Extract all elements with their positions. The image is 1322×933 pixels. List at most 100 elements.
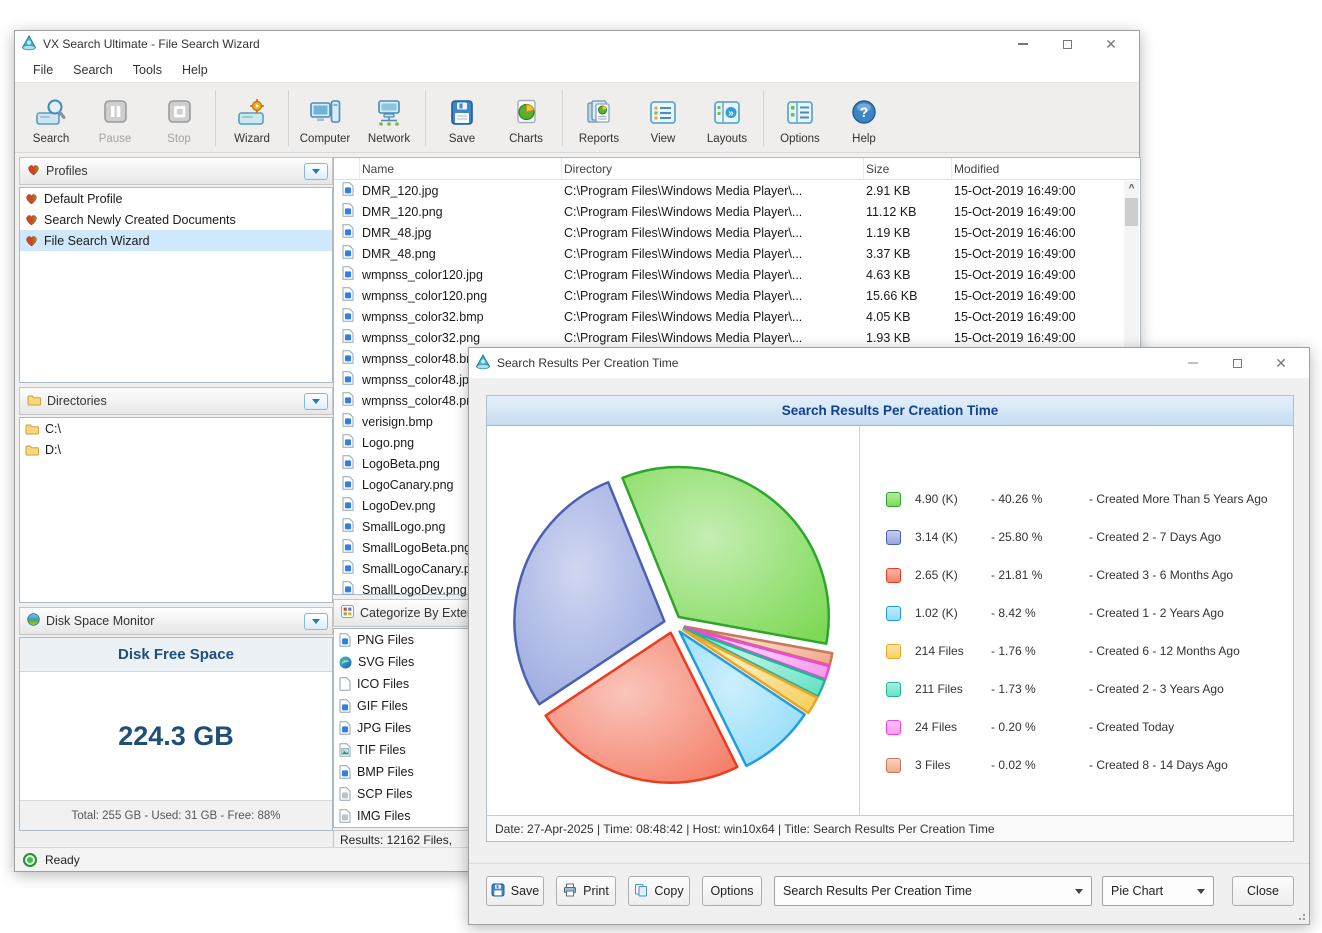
file-icon: [342, 518, 354, 532]
computer-icon: [308, 98, 342, 131]
close-icon[interactable]: ✕: [1259, 348, 1303, 378]
layouts-icon: »: [710, 98, 744, 131]
file-modified: 15-Oct-2019 16:49:00: [952, 205, 1140, 219]
options-button[interactable]: Options: [768, 87, 832, 149]
profile-label: File Search Wizard: [44, 234, 150, 248]
copy-button[interactable]: Copy: [628, 876, 690, 906]
chart-select-dropdown[interactable]: Search Results Per Creation Time: [774, 876, 1092, 906]
close-icon[interactable]: ✕: [1089, 31, 1133, 57]
save-icon: [445, 98, 479, 131]
table-row[interactable]: DMR_48.jpgC:\Program Files\Windows Media…: [334, 222, 1140, 243]
layouts-button[interactable]: »Layouts: [695, 87, 759, 149]
table-row[interactable]: DMR_48.pngC:\Program Files\Windows Media…: [334, 243, 1140, 264]
list-item[interactable]: D:\: [20, 439, 332, 460]
disk-free-space-panel: Disk Free Space 224.3 GB Total: 255 GB -…: [19, 637, 333, 831]
legend-row: 4.90 (K)- 40.26 %- Created More Than 5 Y…: [886, 480, 1287, 518]
file-type-icon: [339, 699, 351, 713]
column-header-directory[interactable]: Directory: [562, 158, 864, 179]
save-button[interactable]: Save: [430, 87, 494, 149]
network-button[interactable]: Network: [357, 87, 421, 149]
computer-button[interactable]: Computer: [293, 87, 357, 149]
legend-value: 1.02 (K): [915, 606, 991, 620]
chart-title: Search Results Per Creation Time: [487, 396, 1293, 426]
legend-row: 3 Files- 0.02 %- Created 8 - 14 Days Ago: [886, 746, 1287, 784]
legend-swatch: [886, 644, 901, 659]
view-icon: [646, 98, 680, 131]
wizard-button[interactable]: Wizard: [220, 87, 284, 149]
file-name: DMR_48.png: [360, 247, 562, 261]
column-header-size[interactable]: Size: [864, 158, 952, 179]
column-header-name[interactable]: Name: [360, 158, 562, 179]
legend-value: 3.14 (K): [915, 530, 991, 544]
list-item[interactable]: Search Newly Created Documents: [20, 209, 332, 230]
category-label: SVG Files: [358, 655, 414, 669]
menu-item-file[interactable]: File: [23, 59, 63, 81]
folder-icon: [25, 444, 39, 456]
search-button[interactable]: Search: [19, 87, 83, 149]
file-modified: 15-Oct-2019 16:49:00: [952, 247, 1140, 261]
maximize-icon[interactable]: [1045, 31, 1089, 57]
table-row[interactable]: DMR_120.jpgC:\Program Files\Windows Medi…: [334, 180, 1140, 201]
toolbar-separator: [215, 90, 216, 146]
help-button[interactable]: ?Help: [832, 87, 896, 149]
legend-row: 211 Files- 1.73 %- Created 2 - 3 Years A…: [886, 670, 1287, 708]
close-button[interactable]: Close: [1232, 876, 1294, 906]
file-icon: [342, 413, 354, 427]
toolbar-button-label: Stop: [167, 133, 191, 145]
save-icon: [491, 883, 505, 900]
toolbar-button-label: Computer: [300, 133, 351, 145]
table-row[interactable]: wmpnss_color32.bmpC:\Program Files\Windo…: [334, 306, 1140, 327]
maximize-icon[interactable]: [1215, 348, 1259, 378]
menu-item-tools[interactable]: Tools: [123, 59, 172, 81]
file-icon: [342, 245, 354, 259]
charts-button[interactable]: Charts: [494, 87, 558, 149]
menu-item-search[interactable]: Search: [63, 59, 123, 81]
disk-monitor-title: Disk Space Monitor: [46, 614, 304, 628]
legend-value: 211 Files: [915, 682, 991, 696]
file-directory: C:\Program Files\Windows Media Player\..…: [562, 268, 864, 282]
chart-type-dropdown[interactable]: Pie Chart: [1102, 876, 1214, 906]
profiles-dropdown-button[interactable]: [304, 163, 328, 180]
toolbar-button-label: Charts: [509, 133, 543, 145]
resize-grip[interactable]: [1297, 912, 1305, 920]
save-button[interactable]: Save: [486, 876, 544, 906]
file-size: 4.05 KB: [864, 310, 952, 324]
pause-button[interactable]: Pause: [83, 87, 147, 149]
list-item[interactable]: File Search Wizard: [20, 230, 332, 251]
svg-text:»: »: [728, 108, 734, 119]
scrollbar-thumb[interactable]: [1125, 198, 1138, 226]
table-row[interactable]: DMR_120.pngC:\Program Files\Windows Medi…: [334, 201, 1140, 222]
view-button[interactable]: View: [631, 87, 695, 149]
file-icon: [342, 287, 354, 301]
toolbar: SearchPause Stop Wizard Computer NetworkSave…: [15, 83, 1139, 153]
legend-percent: - 1.73 %: [991, 682, 1089, 696]
column-header-modified[interactable]: Modified: [952, 158, 1140, 179]
file-type-icon: [339, 721, 351, 735]
options-button[interactable]: Options: [702, 876, 762, 906]
scroll-up-icon[interactable]: ^: [1124, 181, 1139, 196]
disk-icon: [27, 613, 40, 629]
disk-monitor-panel-header: Disk Space Monitor: [19, 607, 333, 635]
legend-value: 4.90 (K): [915, 492, 991, 506]
legend-swatch: [886, 568, 901, 583]
reports-button[interactable]: Reports: [567, 87, 631, 149]
minimize-icon[interactable]: [1001, 31, 1045, 57]
table-row[interactable]: wmpnss_color32.pngC:\Program Files\Windo…: [334, 327, 1140, 348]
print-icon: [563, 883, 577, 900]
list-item[interactable]: C:\: [20, 418, 332, 439]
file-icon: [342, 581, 354, 595]
legend-percent: - 1.76 %: [991, 644, 1089, 658]
minimize-icon[interactable]: [1171, 348, 1215, 378]
print-button[interactable]: Print: [556, 876, 616, 906]
chart-dialog: Search Results Per Creation Time ✕ Searc…: [468, 347, 1310, 925]
list-item[interactable]: Default Profile: [20, 188, 332, 209]
table-row[interactable]: wmpnss_color120.jpgC:\Program Files\Wind…: [334, 264, 1140, 285]
directories-dropdown-button[interactable]: [304, 393, 328, 410]
table-row[interactable]: wmpnss_color120.pngC:\Program Files\Wind…: [334, 285, 1140, 306]
disk-monitor-dropdown-button[interactable]: [304, 613, 328, 630]
legend-label: - Created 2 - 3 Years Ago: [1089, 682, 1224, 696]
menu-item-help[interactable]: Help: [172, 59, 218, 81]
stop-button[interactable]: Stop: [147, 87, 211, 149]
chart-status-line: Date: 27-Apr-2025 | Time: 08:48:42 | Hos…: [487, 815, 1293, 841]
legend-swatch: [886, 758, 901, 773]
